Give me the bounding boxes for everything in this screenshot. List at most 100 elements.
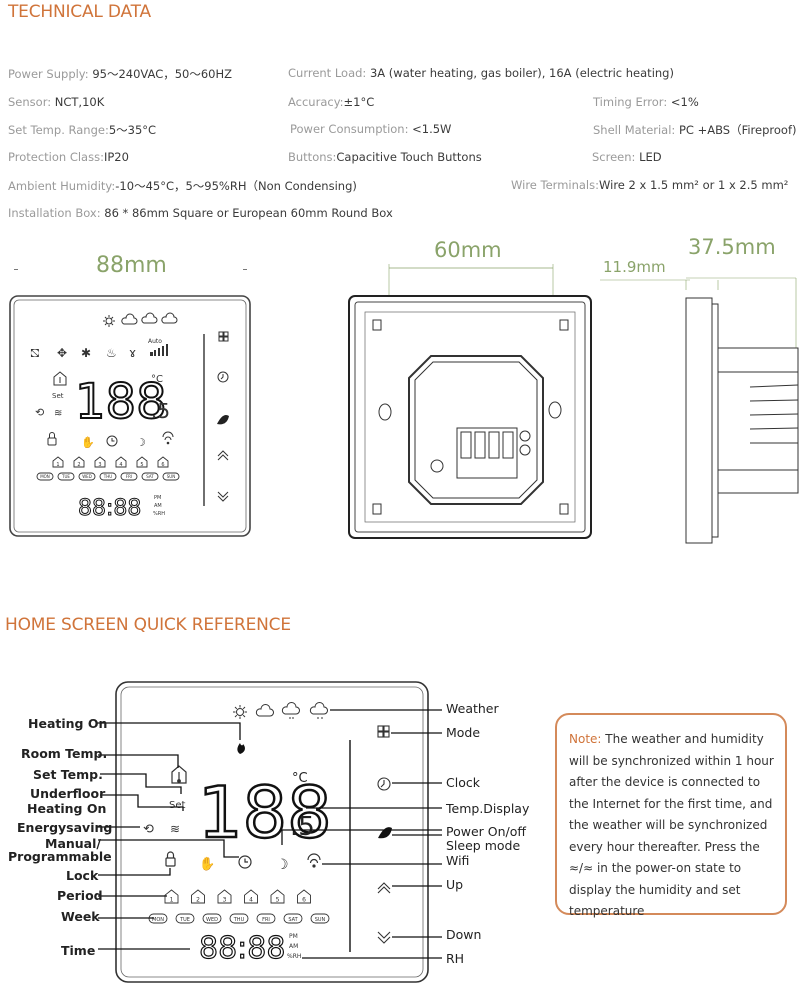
- sleep-moon-icon: ☽: [276, 857, 289, 873]
- spec-shell-material: Shell Material: PC +ABS（Fireproof): [593, 123, 797, 137]
- weekday-label: SUN: [315, 917, 326, 923]
- weekday-label: SUN: [167, 474, 175, 479]
- set-label: Set: [52, 392, 64, 400]
- side-depth-dimension: 37.5mm: [688, 235, 776, 259]
- label-programmable: Programmable: [8, 849, 112, 864]
- weekday-label: FRI: [126, 474, 132, 479]
- fan-speed-icon: ɤ: [129, 346, 136, 360]
- weekday-label: TUE: [61, 474, 70, 479]
- label-room-temp: Room Temp.: [21, 746, 108, 761]
- underfloor-heating-icon: ≋: [170, 822, 180, 836]
- spec-wire-terminals: Wire Terminals:Wire 2 x 1.5 mm² or 1 x 2…: [511, 178, 789, 192]
- period-number: 6: [161, 462, 164, 468]
- spec-power-supply: Power Supply: 95～240VAC，50～60HZ: [8, 67, 233, 81]
- auto-label: Auto: [148, 338, 162, 345]
- am-label: AM: [289, 943, 298, 950]
- label-clock: Clock: [446, 775, 480, 790]
- weekday-label: SAT: [146, 474, 154, 479]
- rh-label: %RH: [287, 953, 301, 960]
- pm-label: PM: [154, 495, 161, 501]
- label-lock: Lock: [66, 868, 99, 883]
- clock-digits: 88:88: [199, 931, 285, 966]
- note-key: Note:: [569, 732, 602, 746]
- quick-reference-title: HOME SCREEN QUICK REFERENCE: [5, 615, 291, 635]
- label-set-temp: Set Temp.: [33, 767, 103, 782]
- spec-ambient-humidity: Ambient Humidity:-10～45°C，5～95%RH（Non Co…: [8, 179, 357, 193]
- temperature-decimal: .5: [290, 812, 315, 842]
- energy-saving-icon: ⟲: [143, 822, 154, 837]
- label-heating-on: Heating On: [28, 716, 108, 731]
- weekday-label: WED: [82, 474, 92, 479]
- label-underfloor-heating-on: Heating On: [27, 801, 107, 816]
- am-label: AM: [154, 503, 162, 509]
- spec-current-load: Current Load: 3A (water heating, gas boi…: [288, 66, 674, 80]
- label-temp-display: Temp.Display: [446, 801, 530, 816]
- dimension-tick: [14, 269, 18, 270]
- front-view-drawing: ⛞ ✥ ✱ ♨ ɤ Auto Set ⟲ ≋ 188 °C .5 ✋ ☽ 123…: [9, 295, 251, 537]
- spec-installation-box: Installation Box: 86 * 86mm Square or Eu…: [8, 206, 393, 220]
- label-week: Week: [61, 909, 100, 924]
- period-number: 1: [170, 897, 174, 904]
- spec-set-temp-range: Set Temp. Range:5～35°C: [8, 123, 157, 137]
- period-number: 6: [302, 897, 306, 904]
- dimension-tick: [243, 269, 247, 270]
- weekday-label: WED: [206, 917, 218, 923]
- rh-label: %RH: [153, 511, 165, 517]
- manual-hand-icon: ✋: [199, 856, 215, 872]
- spec-sensor: Sensor: NCT,10K: [8, 95, 105, 109]
- spec-timing-error: Timing Error: <1%: [593, 95, 699, 109]
- weekday-label: MON: [40, 474, 50, 479]
- label-down: Down: [446, 927, 482, 942]
- weekday-label: THU: [233, 917, 245, 923]
- fan-icon: ✥: [57, 346, 67, 360]
- label-wifi: Wifi: [446, 853, 470, 868]
- weekday-label: THU: [103, 474, 112, 479]
- label-sleep-mode: Sleep mode: [446, 838, 521, 853]
- note-box: Note: The weather and humidity will be s…: [555, 713, 787, 918]
- period-number: 5: [276, 897, 280, 904]
- period-number: 4: [119, 462, 122, 468]
- celsius-unit: °C: [151, 374, 163, 385]
- back-view-drawing: [348, 264, 592, 539]
- weekday-label: FRI: [262, 917, 270, 923]
- weekday-label: TUE: [179, 917, 190, 923]
- period-number: 3: [223, 897, 227, 904]
- front-width-dimension: 88mm: [96, 253, 167, 278]
- technical-data-title: TECHNICAL DATA: [8, 2, 151, 22]
- period-number: 5: [140, 462, 143, 468]
- spec-power-consumption: Power Consumption: <1.5W: [290, 122, 452, 136]
- clock-digits: 88:88: [78, 496, 141, 521]
- spec-buttons: Buttons:Capacitive Touch Buttons: [288, 150, 482, 164]
- label-mode: Mode: [446, 725, 481, 740]
- valve-icon: ⛞: [30, 346, 40, 360]
- note-text: The weather and humidity will be synchro…: [569, 732, 774, 918]
- label-underfloor: Underfloor: [30, 786, 106, 801]
- label-time: Time: [61, 943, 96, 958]
- period-number: 3: [98, 462, 101, 468]
- celsius-unit: °C: [292, 771, 308, 786]
- label-power-on-off: Power On/off: [446, 824, 526, 839]
- snowflake-icon: ✱: [81, 346, 91, 360]
- pm-label: PM: [289, 933, 298, 940]
- period-number: 4: [249, 897, 253, 904]
- label-rh: RH: [446, 951, 465, 966]
- sleep-moon-icon: ☽: [136, 436, 146, 449]
- flame-icon: ♨: [106, 346, 117, 360]
- period-number: 2: [77, 462, 80, 468]
- manual-hand-icon: ✋: [81, 436, 95, 449]
- label-weather: Weather: [446, 701, 499, 716]
- spec-accuracy: Accuracy:±1°C: [288, 95, 375, 109]
- label-up: Up: [446, 877, 464, 892]
- temperature-decimal: .5: [151, 399, 170, 423]
- label-period: Period: [57, 888, 103, 903]
- spec-protection-class: Protection Class:IP20: [8, 150, 129, 164]
- underfloor-icon: ≋: [54, 408, 62, 419]
- label-energysaving: Energysaving: [17, 820, 113, 835]
- back-width-dimension: 60mm: [434, 238, 502, 262]
- side-view-drawing: [600, 277, 799, 544]
- spec-screen: Screen: LED: [592, 150, 662, 164]
- period-number: 1: [56, 462, 59, 468]
- weekday-label: SAT: [288, 917, 298, 923]
- period-number: 2: [196, 897, 200, 904]
- energy-saving-icon: ⟲: [35, 406, 44, 419]
